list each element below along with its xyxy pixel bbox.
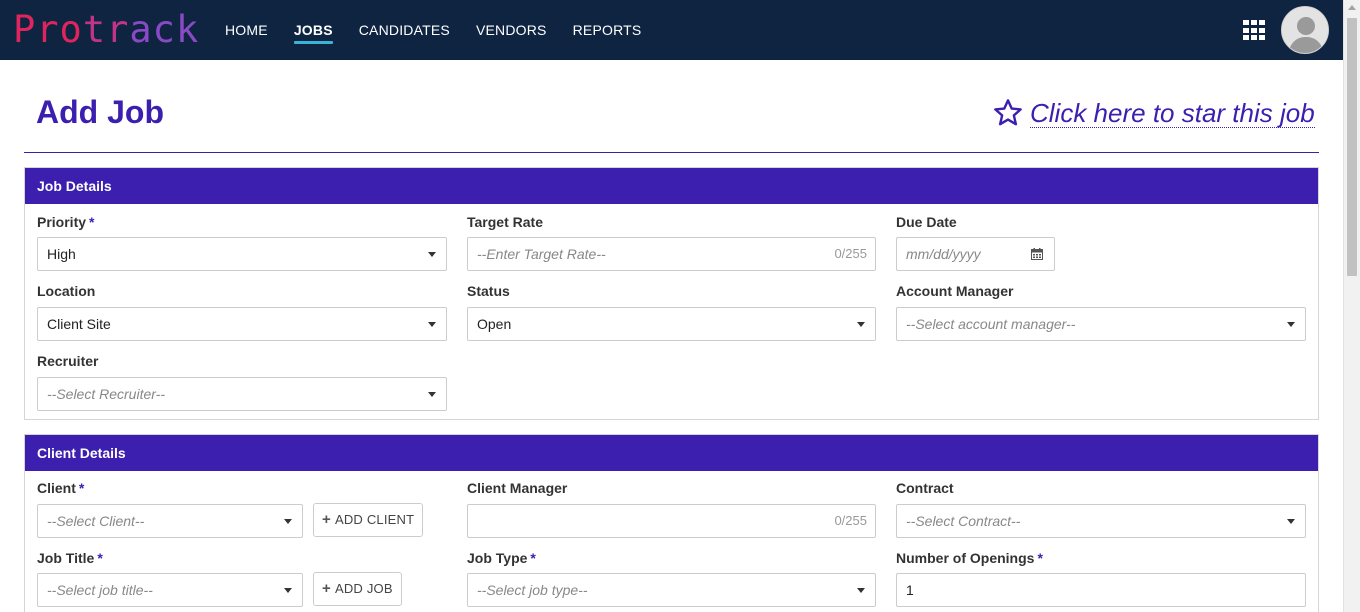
chevron-down-icon	[284, 588, 292, 593]
plus-icon: +	[322, 580, 331, 597]
job-title-select[interactable]: --Select job title--	[37, 573, 303, 607]
nav-candidates[interactable]: CANDIDATES	[359, 0, 450, 60]
title-divider	[24, 152, 1319, 153]
due-date-input[interactable]: mm/dd/yyyy	[896, 237, 1022, 271]
star-outline-icon	[994, 99, 1022, 126]
logo-text-part2: tr	[82, 8, 130, 51]
chevron-down-icon	[284, 519, 292, 524]
client-manager-label: Client Manager	[467, 480, 568, 496]
chevron-down-icon	[857, 322, 865, 327]
target-rate-counter: 0/255	[834, 246, 867, 261]
account-manager-label: Account Manager	[896, 283, 1014, 299]
location-select[interactable]: Client Site	[37, 307, 447, 341]
scroll-up-arrow-icon[interactable]	[1348, 5, 1356, 10]
job-details-heading: Job Details	[25, 168, 1318, 204]
client-label: Client *	[37, 480, 85, 496]
protrack-logo[interactable]: Protrack	[13, 10, 199, 50]
nav-jobs[interactable]: JOBS	[293, 0, 333, 60]
required-marker: *	[89, 214, 95, 230]
chevron-down-icon	[428, 252, 436, 257]
chevron-down-icon	[428, 322, 436, 327]
status-select[interactable]: Open	[467, 307, 876, 341]
contract-label: Contract	[896, 480, 954, 496]
star-job-label: Click here to star this job	[1030, 97, 1315, 128]
job-title-label: Job Title *	[37, 550, 103, 566]
nav-vendors[interactable]: VENDORS	[476, 0, 547, 60]
required-marker: *	[97, 550, 103, 566]
nav-reports[interactable]: REPORTS	[573, 0, 642, 60]
recruiter-select[interactable]: --Select Recruiter--	[37, 377, 447, 411]
job-type-label: Job Type *	[467, 550, 536, 566]
client-manager-input[interactable]: 0/255	[467, 504, 876, 538]
priority-select[interactable]: High	[37, 237, 447, 271]
required-marker: *	[1037, 550, 1043, 566]
add-job-button[interactable]: + ADD JOB	[313, 572, 402, 606]
chevron-down-icon	[1287, 322, 1295, 327]
calendar-button[interactable]	[1021, 237, 1055, 271]
client-select[interactable]: --Select Client--	[37, 504, 303, 538]
status-label: Status	[467, 283, 510, 299]
page-scrollbar[interactable]	[1343, 0, 1360, 612]
contract-select[interactable]: --Select Contract--	[896, 504, 1306, 538]
location-label: Location	[37, 283, 96, 299]
avatar[interactable]	[1281, 6, 1329, 54]
openings-label: Number of Openings *	[896, 550, 1043, 566]
chevron-down-icon	[428, 392, 436, 397]
required-marker: *	[530, 550, 536, 566]
page-title: Add Job	[36, 94, 164, 130]
priority-label: Priority *	[37, 214, 95, 230]
client-manager-counter: 0/255	[834, 513, 867, 528]
job-type-select[interactable]: --Select job type--	[467, 573, 876, 607]
main-nav: HOME JOBS CANDIDATES VENDORS REPORTS	[225, 0, 667, 60]
star-job-link[interactable]: Click here to star this job	[992, 96, 1315, 130]
required-marker: *	[78, 480, 85, 496]
recruiter-label: Recruiter	[37, 353, 99, 369]
target-rate-input[interactable]: --Enter Target Rate-- 0/255	[467, 237, 876, 271]
add-client-button[interactable]: + ADD CLIENT	[313, 503, 424, 537]
logo-text-part3: ack	[129, 8, 200, 51]
due-date-label: Due Date	[896, 214, 957, 230]
chevron-down-icon	[1287, 519, 1295, 524]
openings-input[interactable]: 1	[896, 573, 1306, 607]
client-details-heading: Client Details	[25, 435, 1318, 471]
calendar-icon	[1031, 248, 1043, 260]
logo-text-part1: Pro	[13, 8, 83, 51]
chevron-down-icon	[857, 588, 865, 593]
nav-home[interactable]: HOME	[225, 0, 268, 60]
scroll-thumb[interactable]	[1347, 18, 1357, 276]
account-manager-select[interactable]: --Select account manager--	[896, 307, 1306, 341]
apps-grid-icon[interactable]	[1243, 20, 1266, 41]
plus-icon: +	[322, 511, 331, 528]
target-rate-label: Target Rate	[467, 214, 543, 230]
top-navbar: Protrack HOME JOBS CANDIDATES VENDORS RE…	[0, 0, 1343, 60]
